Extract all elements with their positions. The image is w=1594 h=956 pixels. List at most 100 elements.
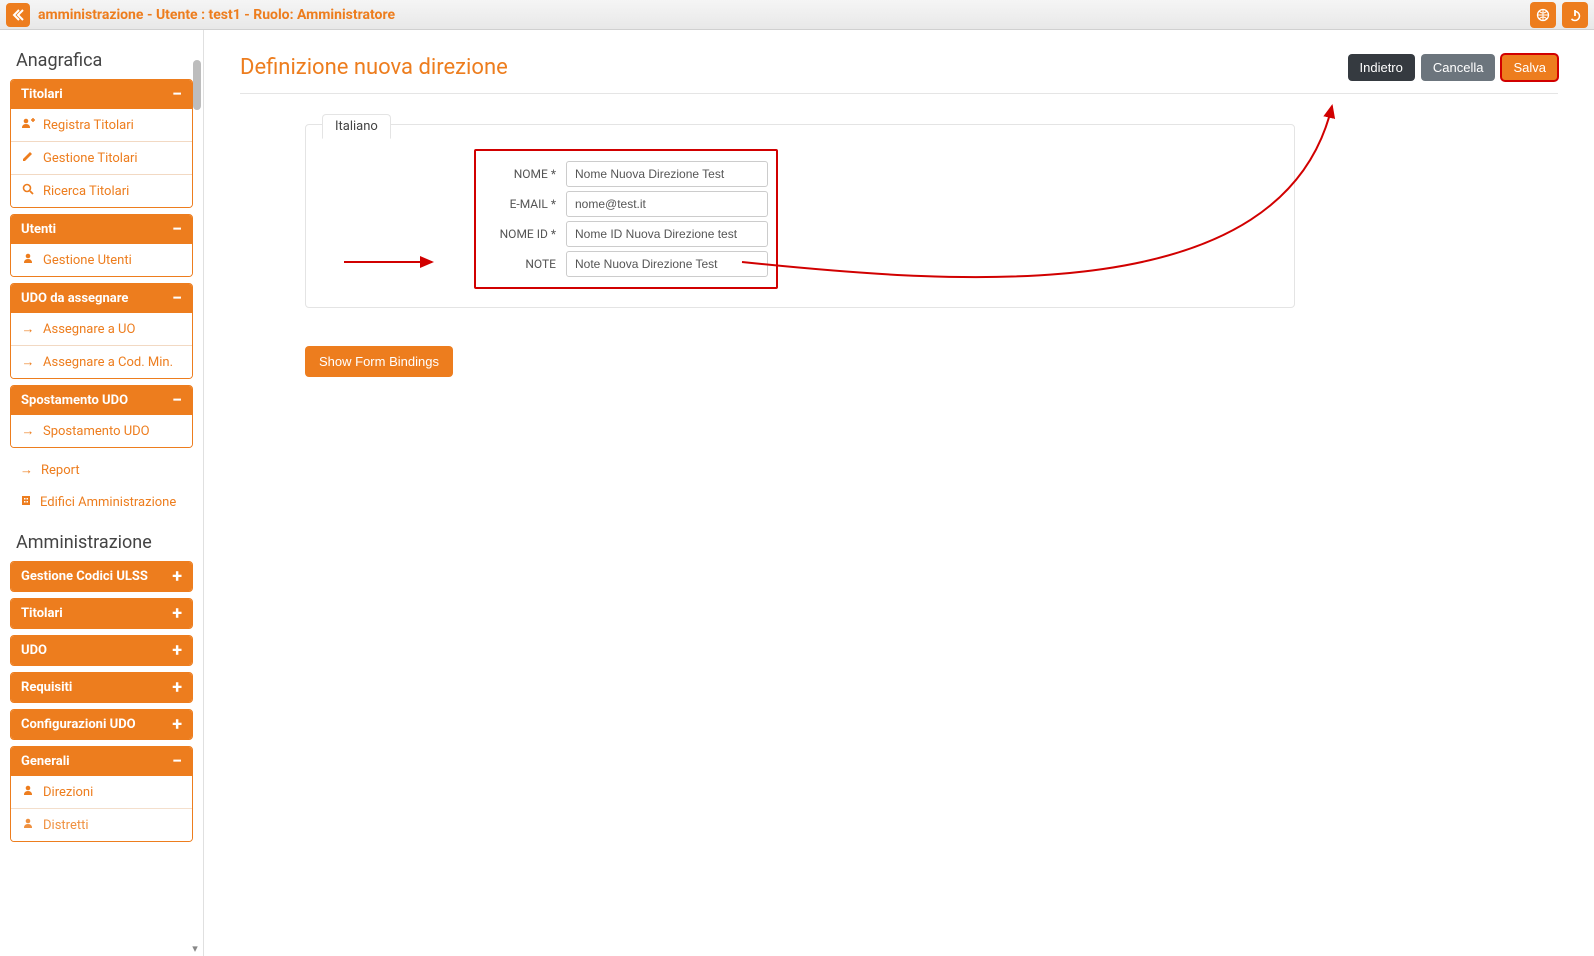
tab-italiano[interactable]: Italiano <box>322 114 391 139</box>
save-button[interactable]: Salva <box>1501 54 1558 81</box>
panel-title: Configurazioni UDO <box>21 717 136 732</box>
scroll-down-icon[interactable]: ▾ <box>189 942 201 956</box>
nav-direzioni[interactable]: Direzioni <box>11 776 192 808</box>
panel-gestione-codici: Gestione Codici ULSS + <box>10 561 193 592</box>
nav-gestione-titolari[interactable]: Gestione Titolari <box>11 141 192 174</box>
minus-icon: − <box>172 90 182 100</box>
building-icon <box>20 494 32 510</box>
nav-label: Registra Titolari <box>43 118 134 133</box>
nav-ricerca-titolari[interactable]: Ricerca Titolari <box>11 174 192 207</box>
panel-header-admin-udo[interactable]: UDO + <box>11 636 192 665</box>
nav-report[interactable]: → Report <box>10 454 193 486</box>
panel-header-gestione-codici[interactable]: Gestione Codici ULSS + <box>11 562 192 591</box>
nav-label: Ricerca Titolari <box>43 184 129 199</box>
panel-title: Titolari <box>21 87 63 102</box>
label-nomeid: NOME ID * <box>484 227 566 241</box>
form-highlight-box: NOME * E-MAIL * NOME ID * NOTE <box>474 149 778 289</box>
nav-label: Report <box>41 463 80 478</box>
panel-header-generali[interactable]: Generali − <box>11 747 192 776</box>
nav-label: Spostamento UDO <box>43 424 150 439</box>
user-plus-icon <box>21 117 35 133</box>
nav-label: Gestione Utenti <box>43 253 132 268</box>
user-icon <box>21 784 35 800</box>
panel-header-spostamento[interactable]: Spostamento UDO − <box>11 386 192 415</box>
main-content: Definizione nuova direzione Indietro Can… <box>204 30 1594 956</box>
panel-requisiti: Requisiti + <box>10 672 193 703</box>
panel-header-admin-titolari[interactable]: Titolari + <box>11 599 192 628</box>
panel-title: Generali <box>21 754 70 769</box>
panel-spostamento: Spostamento UDO − → Spostamento UDO <box>10 385 193 448</box>
panel-admin-udo: UDO + <box>10 635 193 666</box>
panel-header-udo-assegnare[interactable]: UDO da assegnare − <box>11 284 192 313</box>
nav-assegnare-codmin[interactable]: → Assegnare a Cod. Min. <box>11 345 192 378</box>
minus-icon: − <box>172 757 182 767</box>
panel-utenti: Utenti − Gestione Utenti <box>10 214 193 277</box>
panel-title: Spostamento UDO <box>21 393 128 408</box>
nav-registra-titolari[interactable]: Registra Titolari <box>11 109 192 141</box>
nav-label: Gestione Titolari <box>43 151 138 166</box>
label-email: E-MAIL * <box>484 197 566 211</box>
section-anagrafica: Anagrafica <box>16 50 193 71</box>
nav-label: Assegnare a Cod. Min. <box>43 355 173 370</box>
globe-icon[interactable] <box>1530 2 1556 28</box>
panel-configurazioni: Configurazioni UDO + <box>10 709 193 740</box>
panel-header-configurazioni[interactable]: Configurazioni UDO + <box>11 710 192 739</box>
panel-title: Requisiti <box>21 680 72 695</box>
plus-icon: + <box>172 646 182 656</box>
plus-icon: + <box>172 683 182 693</box>
panel-title: Gestione Codici ULSS <box>21 569 148 584</box>
panel-header-utenti[interactable]: Utenti − <box>11 215 192 244</box>
nav-distretti[interactable]: Distretti <box>11 808 192 841</box>
panel-title: Utenti <box>21 222 56 237</box>
panel-title: Titolari <box>21 606 63 621</box>
show-bindings-button[interactable]: Show Form Bindings <box>305 346 453 377</box>
input-email[interactable] <box>566 191 768 217</box>
panel-title: UDO da assegnare <box>21 291 128 306</box>
user-icon <box>21 252 35 268</box>
search-icon <box>21 183 35 199</box>
user-icon <box>21 817 35 833</box>
minus-icon: − <box>172 396 182 406</box>
sidebar: Anagrafica Titolari − Registra Titolari <box>0 30 204 956</box>
arrow-right-icon: → <box>20 462 33 478</box>
panel-udo-assegnare: UDO da assegnare − → Assegnare a UO → As… <box>10 283 193 379</box>
cancel-button[interactable]: Cancella <box>1421 54 1496 81</box>
page-title: Definizione nuova direzione <box>240 55 1342 80</box>
nav-label: Distretti <box>43 818 89 833</box>
topbar: amministrazione - Utente : test1 - Ruolo… <box>0 0 1594 30</box>
nav-gestione-utenti[interactable]: Gestione Utenti <box>11 244 192 276</box>
nav-edifici[interactable]: Edifici Amministrazione <box>10 486 193 518</box>
divider <box>240 93 1558 94</box>
form-card: Italiano NOME * E-MAIL * NOME ID * NOTE <box>305 124 1295 308</box>
input-nomeid[interactable] <box>566 221 768 247</box>
input-note[interactable] <box>566 251 768 277</box>
panel-header-titolari[interactable]: Titolari − <box>11 80 192 109</box>
back-button[interactable]: Indietro <box>1348 54 1415 81</box>
plus-icon: + <box>172 609 182 619</box>
back-icon[interactable] <box>6 3 30 27</box>
input-nome[interactable] <box>566 161 768 187</box>
section-amministrazione: Amministrazione <box>16 532 193 553</box>
app-title: amministrazione - Utente : test1 - Ruolo… <box>38 7 1524 23</box>
panel-header-requisiti[interactable]: Requisiti + <box>11 673 192 702</box>
nav-label: Edifici Amministrazione <box>40 495 176 510</box>
label-note: NOTE <box>484 257 566 271</box>
power-icon[interactable] <box>1562 2 1588 28</box>
nav-label: Assegnare a UO <box>43 322 135 337</box>
minus-icon: − <box>172 225 182 235</box>
edit-icon <box>21 150 35 166</box>
arrow-right-icon: → <box>21 321 35 337</box>
panel-titolari: Titolari − Registra Titolari Gest <box>10 79 193 208</box>
panel-admin-titolari: Titolari + <box>10 598 193 629</box>
label-nome: NOME * <box>484 167 566 181</box>
plus-icon: + <box>172 720 182 730</box>
minus-icon: − <box>172 294 182 304</box>
plus-icon: + <box>172 572 182 582</box>
nav-assegnare-uo[interactable]: → Assegnare a UO <box>11 313 192 345</box>
nav-spostamento-udo[interactable]: → Spostamento UDO <box>11 415 192 447</box>
scrollbar-thumb[interactable] <box>193 60 201 110</box>
nav-label: Direzioni <box>43 785 93 800</box>
panel-title: UDO <box>21 643 47 658</box>
arrow-right-icon: → <box>21 354 35 370</box>
panel-generali: Generali − Direzioni Distretti <box>10 746 193 842</box>
